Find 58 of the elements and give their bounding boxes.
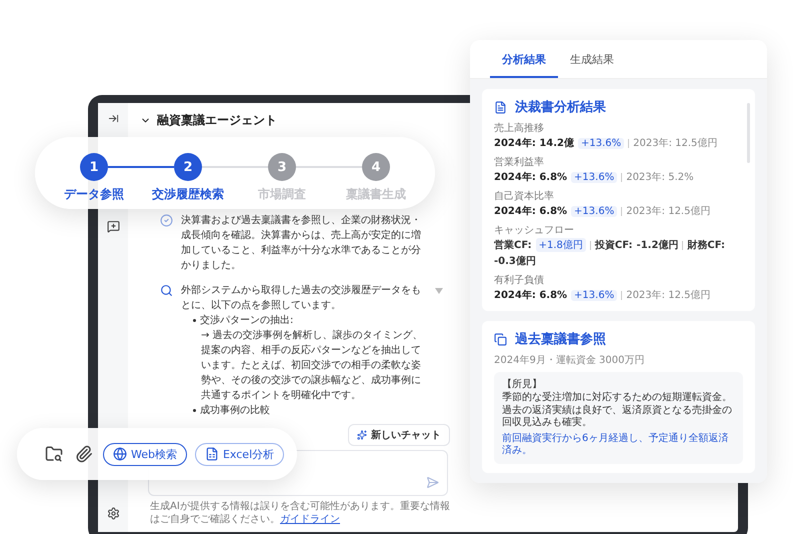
cashflow-label: 財務CF: xyxy=(687,238,726,252)
globe-icon xyxy=(113,447,127,461)
new-chat-icon[interactable] xyxy=(104,218,122,235)
disclaimer-text: 生成AIが提供する情報は誤りを含む可能性があります。重要な情報はご自身でご確認ください。ガイドライン xyxy=(150,500,450,526)
findings-highlight: 前回融資実行から6ヶ月経過し、予定通り全額返済済み。 xyxy=(502,433,730,457)
findings-heading: 【所見】 xyxy=(502,379,543,391)
metric-value: 2024年: 6.8% xyxy=(494,288,568,302)
cashflow-label: 投資CF: xyxy=(594,238,633,252)
step-label: データ参照 xyxy=(64,186,124,203)
sparkle-icon xyxy=(357,430,367,440)
change-badge: +13.6% xyxy=(578,138,624,148)
cashflow-label: 営業CF: xyxy=(494,238,532,252)
agent-title: 融資稟議エージェント xyxy=(157,112,277,128)
card-title: 過去稟議書参照 xyxy=(515,330,606,348)
change-badge: +13.6% xyxy=(571,206,618,216)
step-label: 交渉履歴検索 xyxy=(152,186,224,203)
tool-chip[interactable]: Excel分析 xyxy=(194,442,284,466)
metric-label: 自己資本比率 xyxy=(494,190,555,203)
findings-text: 季節的な受注増加に対応するための短期運転資金。 xyxy=(502,392,733,404)
spreadsheet-icon xyxy=(204,447,219,461)
copy-icon xyxy=(494,332,507,346)
step-number: 3 xyxy=(268,153,296,181)
previous-value: 2023年: 5.2% xyxy=(626,171,694,184)
cashflow-badge: +1.8億円 xyxy=(536,238,586,252)
findings-text: 過去の返済実績は良好で、返済原資となる売掛金の回収見込みも確実。 xyxy=(502,405,733,429)
check-circle-icon xyxy=(160,214,173,227)
document-icon xyxy=(494,100,507,114)
metric-label: 売上高推移 xyxy=(494,122,545,135)
metric-label: 有利子負債 xyxy=(494,274,545,287)
cashflow-value: -0.3億円 xyxy=(494,254,536,268)
cashflow-value: -1.2億円 xyxy=(636,238,678,252)
panel-tab[interactable]: 生成結果 xyxy=(558,40,626,78)
message-text: 外部システムから取得した過去の交渉履歴データをもとに、以下の点を参照しています。 xyxy=(181,284,422,313)
previous-value: 2023年: 12.5億円 xyxy=(626,204,710,218)
metric-value: 2024年: 6.8% xyxy=(494,170,568,184)
tool-chip[interactable]: Web検索 xyxy=(103,442,187,466)
bullet-title: 交渉パターンの抽出: xyxy=(193,313,427,328)
change-badge: +13.6% xyxy=(571,290,618,300)
card-title: 決裁書分析結果 xyxy=(515,99,606,116)
reference-meta: 2024年9月・運転資金 3000万円 xyxy=(494,354,646,367)
metric-value: 2024年: 14.2億 xyxy=(494,136,574,150)
previous-value: 2023年: 12.5億円 xyxy=(626,288,710,302)
metric-label: 営業利益率 xyxy=(494,156,545,169)
step-number: 4 xyxy=(362,153,390,181)
previous-value: 2023年: 12.5億円 xyxy=(633,136,718,150)
metric-label: キャッシュフロー xyxy=(494,224,575,237)
message-text: 決算書および過去稟議書を参照し、企業の財務状況・成長傾向を確認。決算書からは、売上高が安定的に増加していること、利益率が十分な水準であることが分かりました。 xyxy=(181,214,422,273)
new-chat-button[interactable]: 新しいチャット xyxy=(348,424,450,446)
bullet-title: 成功事例の比較 xyxy=(193,403,427,418)
change-badge: +13.6% xyxy=(571,172,618,182)
metric-value: 2024年: 6.8% xyxy=(494,204,568,218)
search-icon xyxy=(160,284,173,297)
step-label: 稟議書生成 xyxy=(346,186,406,203)
step-number: 2 xyxy=(174,153,202,181)
step-label: 市場調査 xyxy=(258,186,306,203)
bullet-detail: → 過去の交渉事例を解析し、譲歩のタイミング、提案の内容、相手の反応パターンなどを抽出しています。たとえば、初回交渉での相手の柔軟な姿勢や、その後の交渉での譲歩幅など、成功事例に共通するポイントを明確化中です。 xyxy=(201,328,424,403)
guideline-link[interactable]: ガイドライン xyxy=(280,514,340,525)
step-number: 1 xyxy=(80,153,108,181)
